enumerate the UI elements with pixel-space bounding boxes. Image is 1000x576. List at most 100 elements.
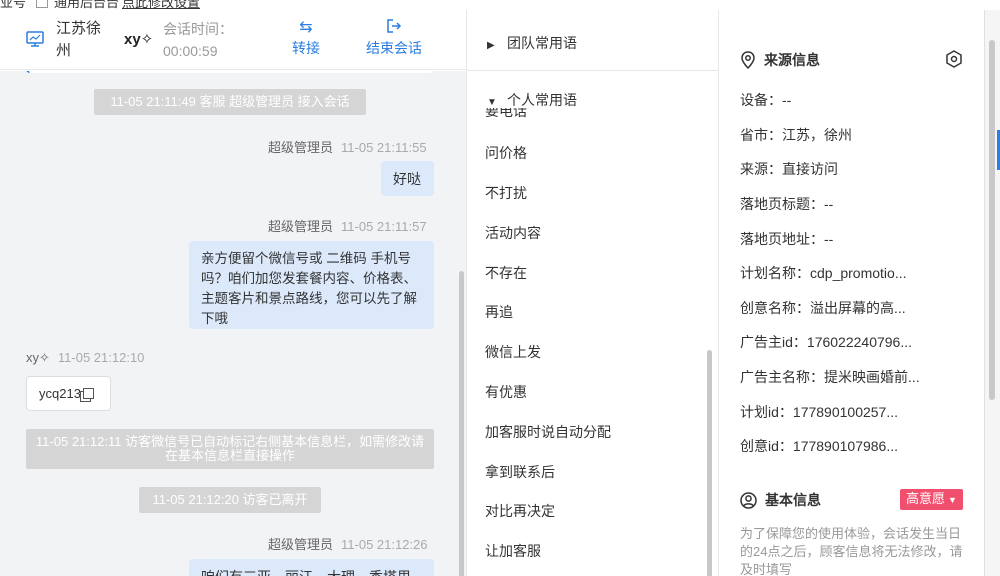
info-key: 创意名称：	[740, 300, 810, 316]
top-checkbox[interactable]	[36, 0, 48, 8]
caret-down-icon: ▼	[487, 97, 497, 108]
info-edit-note: 为了保障您的使用体验，会话发生当日的24点之后，顾客信息将无法修改，请及时填写	[740, 526, 963, 576]
top-settings-link[interactable]: 点此修改设置	[122, 0, 200, 10]
team-phrases-group[interactable]: ▶ 团队常用语	[487, 33, 577, 53]
top-left-text: 业号	[0, 0, 27, 10]
message-meta: 超级管理员 11-05 21:11:57	[268, 216, 427, 235]
top-checkbox-label: 通用后台台	[54, 0, 120, 10]
phrase-item[interactable]: 不存在	[485, 263, 527, 283]
visitor-message-text: ycq213	[39, 386, 81, 401]
info-row-city: 省市：江苏，徐州	[740, 125, 852, 145]
divider	[467, 70, 718, 71]
caret-right-icon: ▶	[487, 40, 495, 51]
intent-badge-dropdown[interactable]: 高意愿 ▼	[900, 489, 963, 510]
message-time: 11-05 21:11:57	[341, 219, 427, 234]
agent-message-bubble: 亲方便留个微信号或 二维码 手机号吗？咱们加您发套餐内容、价格表、主题客片和景点…	[189, 241, 434, 329]
info-value: 江苏，徐州	[782, 127, 852, 143]
session-time-label: 会话时间：	[163, 21, 233, 37]
info-value: 176022240796...	[806, 334, 913, 350]
message-meta: 超级管理员 11-05 21:11:55	[268, 137, 427, 156]
info-value: 177890100257...	[792, 404, 899, 420]
phrase-item[interactable]: 不打扰	[485, 183, 527, 203]
info-key: 省市：	[740, 127, 782, 143]
chat-messages[interactable]: 11-05 21:11:49 客服 超级管理员 接入会话 超级管理员 11-05 …	[0, 71, 466, 576]
phrase-item[interactable]: 问价格	[485, 143, 527, 163]
session-time-value: 00:00:59	[163, 43, 218, 59]
top-strip: 业号 通用后台台 点此修改设置	[0, 0, 1000, 10]
basic-info-title: 基本信息	[740, 490, 821, 510]
exit-icon	[362, 18, 426, 38]
info-key: 计划名称：	[740, 265, 810, 281]
info-row-plan-name: 计划名称：cdp_promotio...	[740, 263, 907, 283]
message-meta: 超级管理员 11-05 21:12:26	[268, 534, 428, 553]
agent-message-bubble: 好哒	[381, 161, 434, 196]
message-time: 11-05 21:11:55	[341, 140, 427, 155]
copy-icon[interactable]	[82, 388, 94, 399]
intent-badge-label: 高意愿	[906, 491, 946, 506]
basic-info-label: 基本信息	[765, 492, 821, 508]
settings-hex-icon[interactable]	[945, 50, 963, 71]
info-row-creative-id: 创意id：177890107986...	[740, 436, 898, 456]
page-scroll-edge	[984, 10, 1000, 576]
info-key: 落地页标题：	[740, 196, 824, 212]
phrase-item[interactable]: 有优惠	[485, 382, 527, 402]
quick-phrases-panel: ▶ 团队常用语 ▼ 个人常用语 要电话 问价格 不打扰 活动内容 不存在 再追 微信…	[466, 10, 719, 576]
sender-name: 超级管理员	[268, 219, 334, 234]
page-scrollbar[interactable]	[989, 40, 995, 400]
monitor-icon	[26, 31, 44, 50]
info-row-advertiser-id: 广告主id：176022240796...	[740, 332, 912, 352]
info-key: 落地页地址：	[740, 231, 824, 247]
visitor-name: xy✧	[124, 31, 154, 48]
phrase-item[interactable]: 对比再决定	[485, 501, 555, 521]
transfer-label: 转接	[292, 40, 320, 56]
personal-phrases-group[interactable]: ▼ 个人常用语	[487, 90, 577, 110]
info-key: 广告主名称：	[740, 369, 824, 385]
system-message: 11-05 21:11:49 客服 超级管理员 接入会话	[94, 89, 366, 115]
phrase-item[interactable]: 活动内容	[485, 223, 541, 243]
source-info-title: 来源信息	[740, 50, 820, 70]
phrase-item[interactable]: 微信上发	[485, 342, 541, 362]
source-info-label: 来源信息	[764, 52, 820, 68]
info-value: --	[782, 92, 792, 108]
location-pin-icon	[741, 51, 755, 70]
info-row-advertiser-name: 广告主名称：提米映画婚前...	[740, 367, 920, 387]
team-phrases-label: 团队常用语	[507, 35, 577, 51]
phrase-item[interactable]: 拿到联系后	[485, 462, 555, 482]
phrase-item[interactable]: 再追	[485, 302, 513, 322]
info-row-landing-title: 落地页标题：--	[740, 194, 833, 214]
sender-name: 超级管理员	[268, 140, 334, 155]
visitor-info-panel: 来源信息 设备：-- 省市：江苏，徐州 来源：直接访问 落地页标题：-- 落地页…	[720, 10, 984, 576]
phrase-item[interactable]: 加客服时说自动分配	[485, 422, 611, 442]
sender-name: 超级管理员	[268, 537, 334, 552]
message-meta: xy✧ 11-05 21:12:10	[26, 350, 144, 366]
info-key: 广告主id：	[740, 334, 807, 350]
phrase-item-label: 要电话	[485, 108, 527, 118]
info-value: 直接访问	[782, 161, 838, 177]
agent-message-bubble: 咱们有三亚、丽江、大理、秀塔里	[189, 559, 434, 576]
info-key: 创意id：	[740, 438, 793, 454]
message-time: 11-05 21:12:26	[341, 537, 428, 552]
info-key: 计划id：	[740, 404, 793, 420]
previous-message-stub	[26, 71, 434, 73]
info-value: --	[824, 231, 834, 247]
chat-scrollbar[interactable]	[459, 271, 464, 576]
system-message: 11-05 21:12:11 访客微信号已自动标记右侧基本信息栏，如需修改请在基…	[26, 429, 434, 469]
message-time: 11-05 21:12:10	[57, 350, 145, 365]
info-row-plan-id: 计划id：177890100257...	[740, 402, 898, 422]
phrases-scrollbar[interactable]	[707, 350, 712, 576]
info-value: 提米映画婚前...	[824, 369, 920, 385]
chat-header: 江苏徐州 xy✧ 会话时间： 00:00:59 ⇆ 转接 结束会话	[0, 10, 466, 70]
info-row-source: 来源：直接访问	[740, 159, 838, 179]
info-row-device: 设备：--	[740, 90, 791, 110]
info-row-creative-name: 创意名称：溢出屏幕的高...	[740, 298, 906, 318]
transfer-button[interactable]: ⇆ 转接	[286, 18, 326, 58]
phrase-item[interactable]: 要电话	[485, 108, 527, 118]
info-value: cdp_promotio...	[810, 265, 907, 281]
info-row-landing-url: 落地页地址：--	[740, 229, 833, 249]
info-value: 溢出屏幕的高...	[810, 300, 906, 316]
caret-down-icon: ▼	[948, 495, 957, 505]
info-key: 设备：	[740, 92, 782, 108]
end-session-button[interactable]: 结束会话	[362, 18, 426, 58]
visitor-message-bubble: ycq213	[26, 376, 111, 411]
phrase-item[interactable]: 让加客服	[485, 541, 541, 561]
